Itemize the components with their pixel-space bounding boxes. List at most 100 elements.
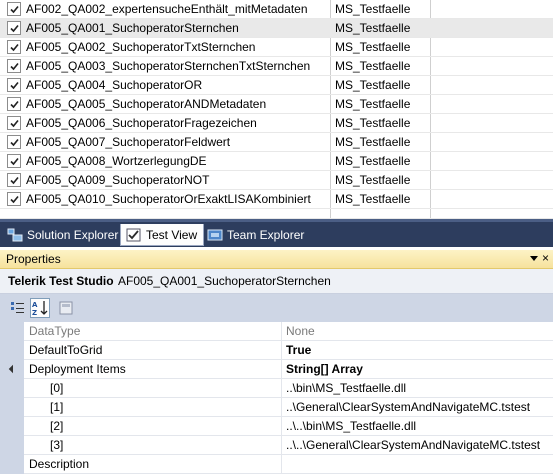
test-row[interactable]: AF005_QA008_WortzerlegungDE MS_Testfaell…	[0, 152, 553, 171]
test-row[interactable]: AF005_QA004_SuchoperatorOR MS_Testfaelle	[0, 76, 553, 95]
team-explorer-icon	[207, 229, 223, 241]
property-row[interactable]: DefaultToGrid True	[0, 341, 553, 360]
expand-collapse-icon[interactable]	[8, 364, 18, 374]
test-row[interactable]: AF005_QA003_SuchoperatorSternchenTxtSter…	[0, 57, 553, 76]
test-checkbox[interactable]	[7, 173, 21, 187]
test-checkbox[interactable]	[7, 21, 21, 35]
test-checkbox[interactable]	[7, 78, 21, 92]
test-name: AF002_QA002_expertensucheEnthält_mitMeta…	[26, 2, 308, 16]
property-name: DefaultToGrid	[29, 343, 103, 357]
checkmark-icon	[10, 62, 19, 71]
test-row[interactable]: AF005_QA002_SuchoperatorTxtSternchen MS_…	[0, 38, 553, 57]
test-name: AF005_QA006_SuchoperatorFragezeichen	[26, 116, 257, 130]
test-row[interactable]: AF005_QA009_SuchoperatorNOT MS_Testfaell…	[0, 171, 553, 190]
close-icon[interactable]: ×	[542, 251, 549, 265]
properties-header: Properties ×	[0, 250, 553, 269]
checkmark-icon	[10, 100, 19, 109]
object-name: AF005_QA001_SuchoperatorSternchen	[118, 274, 331, 288]
test-name: AF005_QA008_WortzerlegungDE	[26, 154, 207, 168]
test-row-partial[interactable]	[0, 209, 553, 219]
properties-title: Properties	[6, 252, 61, 266]
property-value[interactable]: ..\..\General\ClearSystemAndNavigateMC.t…	[286, 438, 540, 452]
test-row[interactable]: AF005_QA001_SuchoperatorSternchen MS_Tes…	[0, 19, 553, 38]
window-menu-dropdown-icon[interactable]	[530, 256, 538, 261]
test-name: AF005_QA010_SuchoperatorOrExaktLISAKombi…	[26, 192, 311, 206]
test-project: MS_Testfaelle	[335, 40, 411, 54]
property-row[interactable]: DataType None	[0, 322, 553, 341]
checkmark-icon	[10, 5, 19, 14]
properties-panel: Telerik Test Studio AF005_QA001_Suchoper…	[0, 269, 553, 474]
test-name: AF005_QA004_SuchoperatorOR	[26, 78, 203, 92]
property-name: DataType	[29, 324, 81, 338]
checkmark-icon	[10, 81, 19, 90]
test-row[interactable]: AF005_QA005_SuchoperatorANDMetadaten MS_…	[0, 95, 553, 114]
test-project: MS_Testfaelle	[335, 135, 411, 149]
test-project: MS_Testfaelle	[335, 78, 411, 92]
property-grid[interactable]: DataType None DefaultToGrid True Deploym…	[0, 322, 553, 474]
test-checkbox[interactable]	[7, 116, 21, 130]
property-row[interactable]: Description	[0, 455, 553, 474]
test-name: AF005_QA002_SuchoperatorTxtSternchen	[26, 40, 256, 54]
test-checkbox[interactable]	[7, 40, 21, 54]
test-checkbox[interactable]	[7, 192, 21, 206]
test-checkbox[interactable]	[7, 135, 21, 149]
property-row[interactable]: [3] ..\..\General\ClearSystemAndNavigate…	[0, 436, 553, 455]
property-value[interactable]: None	[286, 324, 315, 338]
property-name: [3]	[50, 438, 64, 452]
tab-test-view[interactable]: Test View	[120, 224, 205, 246]
test-project: MS_Testfaelle	[335, 116, 411, 130]
test-list[interactable]: AF002_QA002_expertensucheEnthält_mitMeta…	[0, 0, 553, 219]
property-row[interactable]: Deployment Items String[] Array	[0, 360, 553, 379]
categorized-icon	[11, 302, 24, 313]
checkmark-icon	[10, 195, 19, 204]
tab-solution-explorer[interactable]: Solution Explorer	[2, 224, 124, 246]
property-value[interactable]: True	[286, 343, 311, 357]
test-checkbox[interactable]	[7, 59, 21, 73]
property-name: [2]	[50, 419, 64, 433]
test-row[interactable]: AF005_QA006_SuchoperatorFragezeichen MS_…	[0, 114, 553, 133]
test-name: AF005_QA009_SuchoperatorNOT	[26, 173, 210, 187]
test-checkbox[interactable]	[7, 2, 21, 16]
checkmark-icon	[10, 138, 19, 147]
property-name: [1]	[50, 400, 64, 414]
property-value[interactable]: ..\bin\MS_Testfaelle.dll	[286, 381, 406, 395]
test-project: MS_Testfaelle	[335, 173, 411, 187]
svg-text:Z: Z	[32, 309, 37, 317]
tab-label: Team Explorer	[227, 228, 305, 242]
test-project: MS_Testfaelle	[335, 21, 411, 35]
tool-window-tab-strip: Solution Explorer Test View Team Explore…	[0, 219, 553, 247]
test-row[interactable]: AF002_QA002_expertensucheEnthält_mitMeta…	[0, 0, 553, 19]
object-selector[interactable]: Telerik Test Studio AF005_QA001_Suchoper…	[0, 269, 553, 294]
property-row[interactable]: [0] ..\bin\MS_Testfaelle.dll	[0, 379, 553, 398]
test-project: MS_Testfaelle	[335, 2, 411, 16]
object-type: Telerik Test Studio	[8, 274, 114, 288]
checkmark-icon	[10, 119, 19, 128]
property-name: [0]	[50, 381, 64, 395]
sort-alphabetical-icon: A Z	[32, 301, 48, 317]
property-pages-button[interactable]	[56, 298, 76, 318]
test-row[interactable]: AF005_QA007_SuchoperatorFeldwert MS_Test…	[0, 133, 553, 152]
checkmark-icon	[10, 43, 19, 52]
test-name: AF005_QA005_SuchoperatorANDMetadaten	[26, 97, 267, 111]
test-checkbox[interactable]	[7, 154, 21, 168]
categorized-button[interactable]	[8, 298, 28, 318]
checkmark-icon	[10, 157, 19, 166]
test-name: AF005_QA007_SuchoperatorFeldwert	[26, 135, 231, 149]
test-project: MS_Testfaelle	[335, 97, 411, 111]
svg-text:A: A	[32, 301, 38, 309]
checkmark-icon	[10, 24, 19, 33]
test-project: MS_Testfaelle	[335, 59, 411, 73]
test-row[interactable]: AF005_QA010_SuchoperatorOrExaktLISAKombi…	[0, 190, 553, 209]
alphabetical-button[interactable]: A Z	[30, 298, 50, 318]
property-name: Deployment Items	[29, 362, 126, 376]
test-name: AF005_QA001_SuchoperatorSternchen	[26, 21, 239, 35]
property-row[interactable]: [1] ..\General\ClearSystemAndNavigateMC.…	[0, 398, 553, 417]
property-value[interactable]: ..\General\ClearSystemAndNavigateMC.tste…	[286, 400, 530, 414]
test-checkbox[interactable]	[7, 97, 21, 111]
test-name: AF005_QA003_SuchoperatorSternchenTxtSter…	[26, 59, 311, 73]
solution-explorer-icon	[7, 228, 23, 242]
tab-team-explorer[interactable]: Team Explorer	[202, 224, 310, 246]
property-value[interactable]: ..\..\bin\MS_Testfaelle.dll	[286, 419, 416, 433]
property-value[interactable]: String[] Array	[286, 362, 363, 376]
property-row[interactable]: [2] ..\..\bin\MS_Testfaelle.dll	[0, 417, 553, 436]
